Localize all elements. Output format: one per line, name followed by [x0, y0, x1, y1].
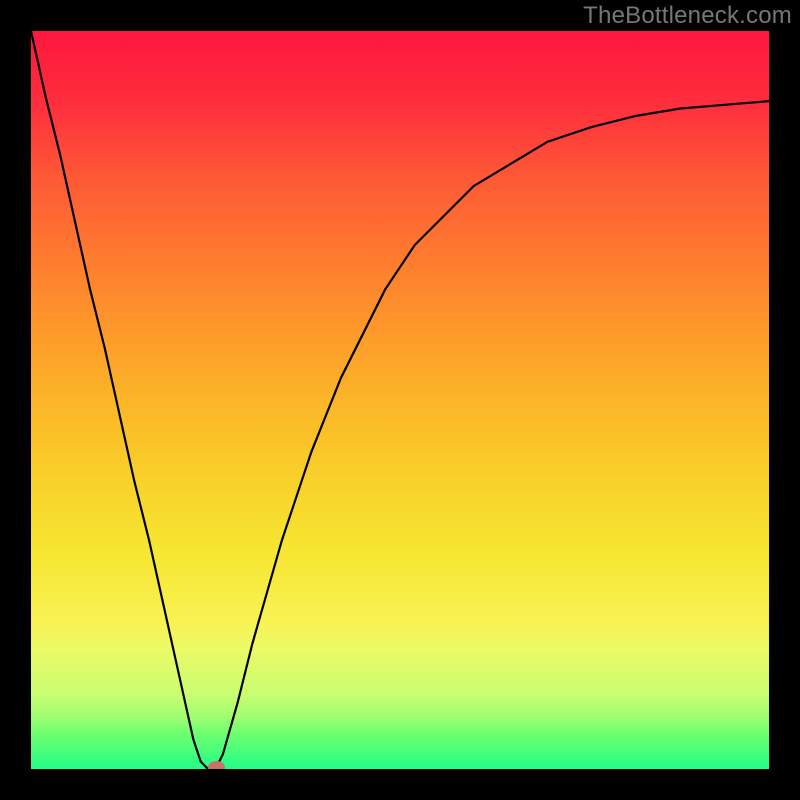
- plot-area: [31, 31, 769, 769]
- bottleneck-curve: [31, 31, 769, 769]
- watermark-text: TheBottleneck.com: [583, 2, 792, 30]
- curve-marker: [208, 761, 225, 769]
- chart-frame: TheBottleneck.com: [0, 0, 800, 800]
